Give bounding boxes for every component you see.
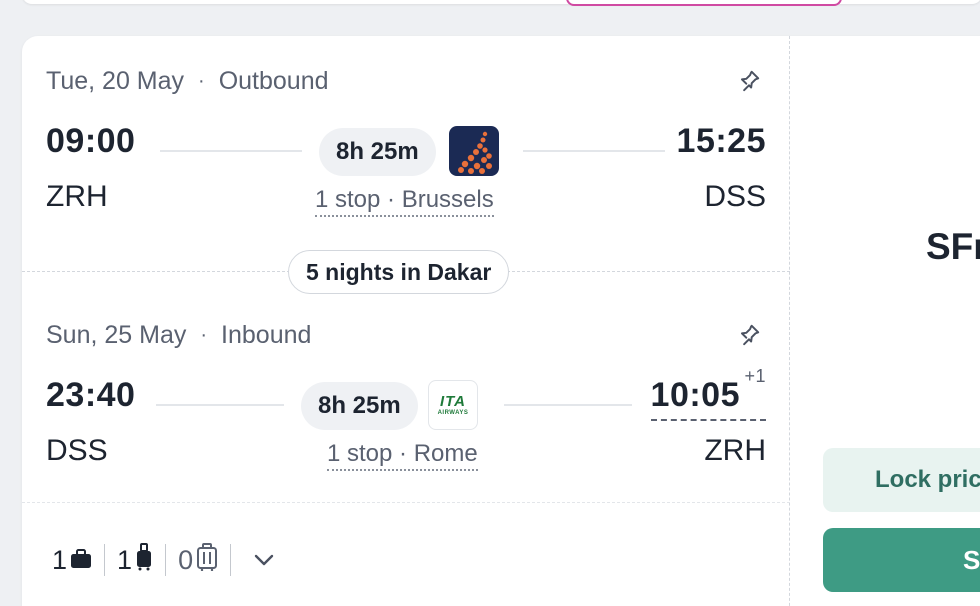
stay-duration-badge: 5 nights in Dakar [288,250,510,294]
day-offset: +1 [744,366,766,386]
duration-pill: 8h 25m [301,382,418,430]
stops-link[interactable]: 1 stop · Brussels [315,186,494,217]
destination-airport-code: ZRH [704,434,766,467]
logo-subtext: AIRWAYS [437,410,469,416]
departure-time: 23:40 [46,376,136,414]
separator-dot: · [200,323,208,346]
chevron-down-icon[interactable] [253,553,275,567]
briefcase-icon [67,545,92,576]
leg-direction: Inbound [221,320,312,349]
carry-on-suitcase-icon [132,542,153,578]
departure-time: 09:00 [46,122,136,160]
active-sort-tab[interactable] [566,0,842,6]
price-panel: SFr Lock pric S [792,36,980,606]
price-amount: SFr [926,226,980,267]
flight-result-card[interactable]: Tue, 20 May · Outbound 09:00 8h 25m 15:2… [22,36,980,606]
ita-airways-logo-icon: ITA AIRWAYS [428,380,478,430]
destination-airport-code: DSS [704,180,766,213]
pin-icon[interactable] [732,318,766,352]
carry-on-bag: 1 [117,542,167,578]
lock-price-button[interactable]: Lock pric [823,448,980,512]
arrival-time: 10:05 +1 [650,366,766,421]
outbound-leg: Tue, 20 May · Outbound 09:00 8h 25m 15:2… [46,62,766,262]
leg-date: Sun, 25 May [46,320,187,349]
personal-item-count: 1 [52,544,68,575]
leg-direction: Outbound [218,66,329,95]
baggage-divider [22,502,790,503]
leg-header: Sun, 25 May · Inbound [46,320,311,350]
baggage-summary: 1 1 0 [52,540,275,580]
stops-link[interactable]: 1 stop · Rome [327,440,478,471]
route-line-left [156,404,284,406]
personal-item: 1 [52,544,106,576]
origin-airport-code: DSS [46,434,108,467]
checked-suitcase-icon [193,542,218,578]
leg-header: Tue, 20 May · Outbound [46,66,329,96]
separator-dot: · [198,69,205,92]
route-line-left [160,150,302,152]
pin-icon[interactable] [732,64,766,98]
route-line-right [523,150,665,152]
inbound-leg: Sun, 25 May · Inbound 23:40 8h 25m ITA A… [46,316,766,516]
route-line-right [504,404,632,406]
leg-date: Tue, 20 May [46,66,185,95]
duration-pill: 8h 25m [319,128,436,176]
checked-bag: 0 [178,542,232,578]
select-button[interactable]: S [823,528,980,592]
itinerary-legs: Tue, 20 May · Outbound 09:00 8h 25m 15:2… [22,36,790,606]
checked-bag-count: 0 [178,544,194,575]
brussels-airlines-logo-icon [449,126,499,176]
logo-text: ITA [439,393,467,410]
arrival-time: 15:25 [676,122,766,160]
origin-airport-code: ZRH [46,180,108,213]
carry-on-count: 1 [117,544,133,575]
